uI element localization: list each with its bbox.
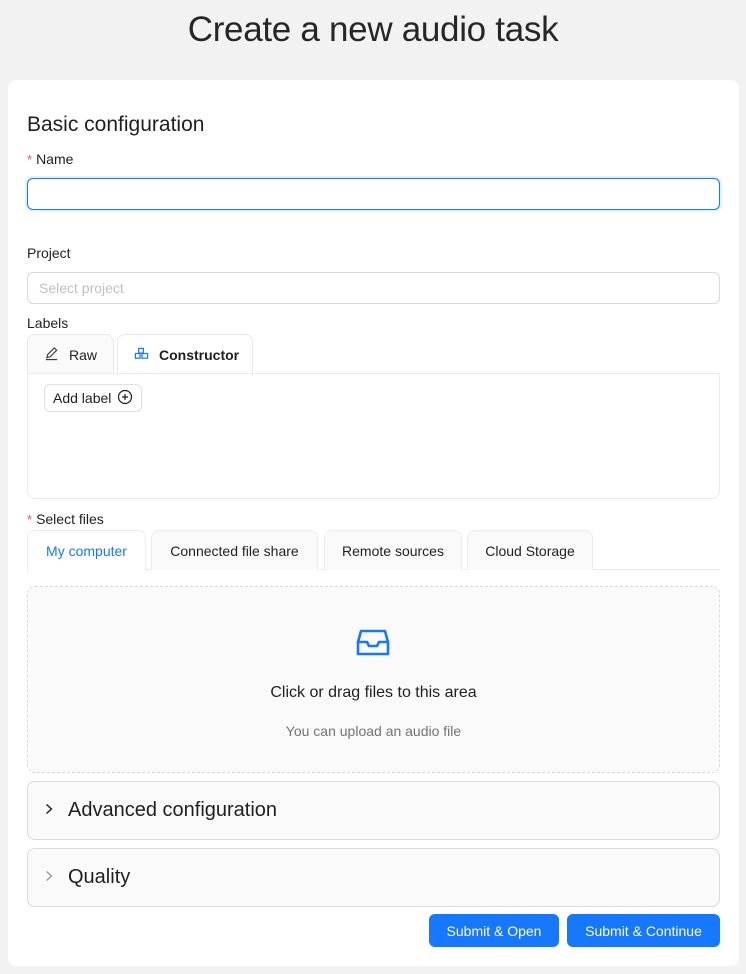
chevron-right-icon [44,802,54,820]
inbox-icon [354,622,392,665]
add-label-button[interactable]: Add label [44,384,143,412]
page-title: Create a new audio task [187,10,559,49]
project-select-placeholder: Select project [39,280,124,296]
required-mark: * [27,152,33,167]
chevron-right-icon [44,869,54,887]
tab-cloud-storage[interactable]: Cloud Storage [467,530,593,570]
tab-remote-sources[interactable]: Remote sources [324,530,462,570]
advanced-configuration-collapse[interactable]: Advanced configuration [27,781,720,840]
tab-constructor[interactable]: Constructor [117,334,253,375]
task-form-card: Basic configuration * Name Project Select… [8,80,739,966]
submit-open-button[interactable]: Submit & Open [429,914,559,947]
project-label: Project [27,245,71,261]
tab-raw[interactable]: Raw [27,334,114,374]
constructor-icon [134,346,149,364]
tab-my-computer[interactable]: My computer [27,530,146,571]
edit-icon [44,346,59,364]
quality-title: Quality [68,866,131,888]
labels-label: Labels [27,315,69,331]
quality-collapse[interactable]: Quality [27,848,720,907]
tab-connected-file-share[interactable]: Connected file share [151,530,318,570]
file-dropzone[interactable] [27,586,720,773]
select-files-label: * Select files [27,511,104,527]
plus-circle-icon [117,389,133,408]
add-label-text: Add label [53,390,112,406]
name-label: * Name [27,151,74,167]
submit-continue-button[interactable]: Submit & Continue [567,914,720,947]
tab-raw-label: Raw [69,346,98,363]
dropzone-text: Click or drag files to this area [270,684,477,701]
name-input[interactable] [27,178,720,210]
advanced-configuration-title: Advanced configuration [68,799,278,821]
dropzone-hint: You can upload an audio file [285,723,462,739]
project-select[interactable]: Select project [27,272,720,304]
tab-constructor-label: Constructor [159,347,240,363]
required-mark: * [27,512,33,527]
section-title: Basic configuration [27,113,205,136]
